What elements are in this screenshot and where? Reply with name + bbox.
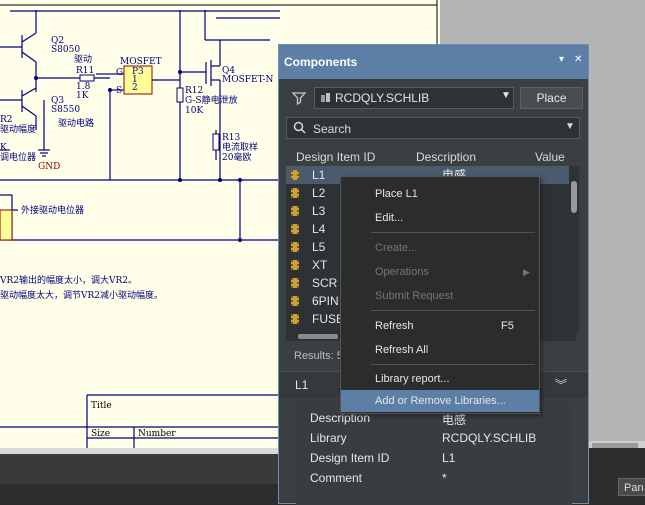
component-icon <box>291 278 299 288</box>
submenu-arrow-icon: ▶ <box>523 267 530 277</box>
col-description[interactable]: Description <box>416 149 476 165</box>
label-r13: R13 <box>222 133 241 143</box>
titleblock-number: Number <box>138 429 176 439</box>
prop-comment-label: Comment <box>310 471 363 485</box>
grid-hscroll-thumb[interactable] <box>298 334 338 339</box>
library-name: RCDQLY.SCHLIB <box>335 91 430 105</box>
titleblock-title: Title <box>91 401 112 411</box>
col-value[interactable]: Value <box>535 149 565 165</box>
label-drive: 驱动 <box>74 55 93 65</box>
label-amp: 驱动幅度 <box>0 125 37 135</box>
library-icon <box>320 92 332 107</box>
label-pin2: 2 <box>132 83 138 93</box>
results-count: Results: 5 <box>294 350 343 362</box>
menu-add-remove-libraries[interactable]: Add or Remove Libraries... <box>341 390 539 412</box>
prop-design-item-id-label: Design Item ID <box>310 451 390 465</box>
titleblock-size: Size <box>91 429 111 439</box>
prop-library-label: Library <box>310 431 347 445</box>
label-g: G <box>116 68 124 78</box>
menu-separator <box>371 310 535 311</box>
details-title: L1 <box>295 378 309 392</box>
menu-submit-request[interactable]: Submit Request <box>341 285 539 307</box>
menu-refresh[interactable]: Refresh F5 <box>341 315 539 337</box>
menu-refresh-all[interactable]: Refresh All <box>341 339 539 361</box>
label-r12: R12 <box>185 86 204 96</box>
label-k: K <box>0 143 7 153</box>
note-2: 驱动幅度太大，调节VR2减小驱动幅度。 <box>0 291 164 301</box>
library-select[interactable]: RCDQLY.SCHLIB ▼ <box>314 87 514 109</box>
menu-edit[interactable]: Edit... <box>341 207 539 229</box>
close-icon[interactable]: ✕ <box>574 54 582 65</box>
note-1: VR2输出的幅度太小，调大VR2。 <box>0 276 138 286</box>
component-icon <box>291 296 299 306</box>
sheet-tabs-bar <box>0 454 280 484</box>
search-input[interactable]: Search ▼ <box>286 117 580 139</box>
label-ext-pot: 外接驱动电位器 <box>21 206 85 216</box>
menu-separator <box>371 232 535 233</box>
component-icon <box>291 224 299 234</box>
label-r11: R11 <box>76 66 95 76</box>
label-s8550: S8550 <box>51 105 81 115</box>
label-r2: R2 <box>0 115 13 125</box>
component-icon <box>291 314 299 324</box>
search-placeholder: Search <box>313 122 352 136</box>
prop-comment-value: * <box>442 471 447 485</box>
panel-title: Components <box>284 55 358 69</box>
pin-icon[interactable]: ▾ <box>559 54 564 65</box>
label-pot: 调电位器 <box>0 153 37 163</box>
grid-vscroll-thumb[interactable] <box>571 181 577 213</box>
panels-button[interactable]: Pan <box>618 478 645 496</box>
label-r12-val: 10K <box>185 106 204 116</box>
component-icon <box>291 188 299 198</box>
collapse-icon[interactable]: ︾ <box>555 376 567 393</box>
filter-icon[interactable] <box>291 90 309 106</box>
component-icon <box>291 260 299 270</box>
prop-library-value: RCDQLY.SCHLIB <box>442 431 537 445</box>
menu-place[interactable]: Place L1 <box>341 183 539 205</box>
prop-design-item-id-value: L1 <box>442 451 456 465</box>
label-gnd: GND <box>38 162 61 172</box>
refresh-shortcut: F5 <box>501 320 514 332</box>
col-design-item-id[interactable]: Design Item ID <box>296 149 375 165</box>
context-menu: Place L1 Edit... Create... Operations ▶ S… <box>340 176 540 414</box>
label-r11-val2: 1K <box>76 91 89 101</box>
label-mosfet: MOSFET <box>120 57 162 67</box>
chevron-down-icon: ▼ <box>501 90 511 101</box>
panel-titlebar: Components ▾ ✕ <box>279 45 588 79</box>
menu-separator <box>371 364 535 365</box>
component-icon <box>291 242 299 252</box>
grid-vscroll[interactable] <box>569 166 579 332</box>
menu-operations[interactable]: Operations ▶ <box>341 261 539 283</box>
label-s: S <box>116 86 123 96</box>
place-button[interactable]: Place <box>520 87 583 109</box>
label-s8050: S8050 <box>51 45 81 55</box>
label-mosfet-n: MOSFET-N <box>222 75 274 85</box>
details-body: Description 电感 Library RCDQLY.SCHLIB Des… <box>296 401 572 505</box>
label-r13-val: 20毫欧 <box>222 153 252 163</box>
label-r12-desc: G-S静电泄放 <box>185 96 238 106</box>
label-r13-desc: 电流取样 <box>222 143 259 153</box>
component-icon <box>291 206 299 216</box>
menu-create[interactable]: Create... <box>341 237 539 259</box>
component-icon <box>291 170 299 180</box>
label-drive-circuit: 驱动电路 <box>58 119 95 129</box>
search-dropdown-icon[interactable]: ▼ <box>565 121 575 132</box>
search-icon <box>293 121 306 137</box>
menu-library-report[interactable]: Library report... <box>341 368 539 390</box>
